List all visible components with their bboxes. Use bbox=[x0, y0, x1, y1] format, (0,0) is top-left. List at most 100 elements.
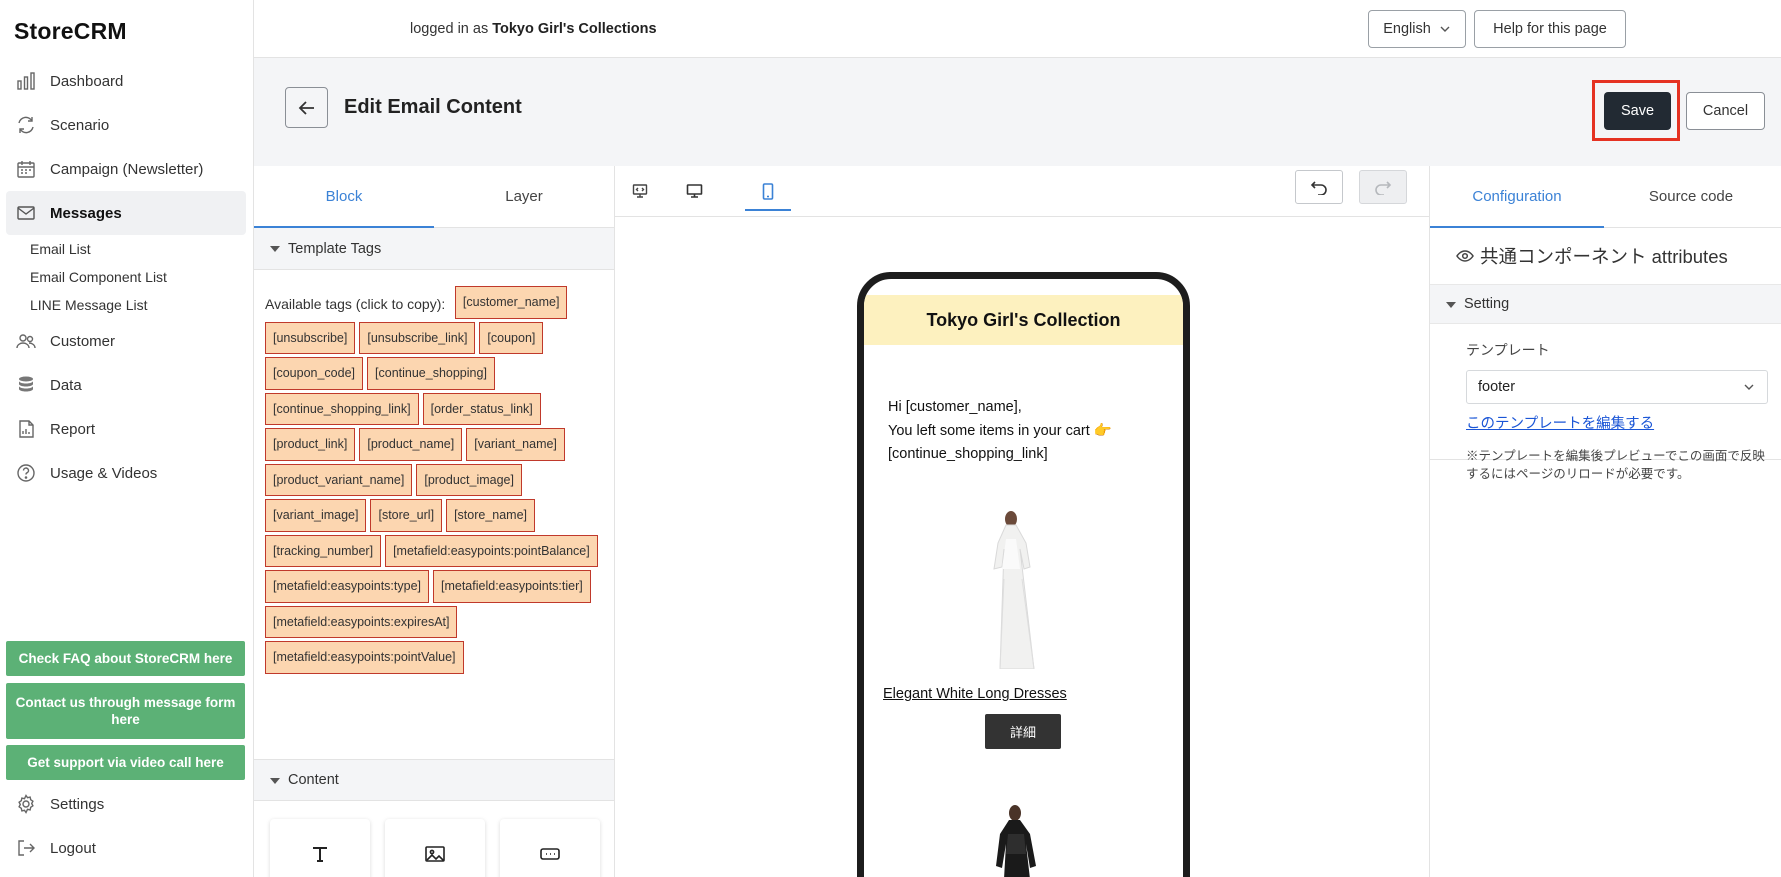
phone-preview: Tokyo Girl's Collection Hi [customer_nam… bbox=[857, 272, 1190, 877]
desktop-view-button[interactable] bbox=[679, 176, 709, 206]
cancel-button[interactable]: Cancel bbox=[1686, 92, 1765, 130]
template-tag[interactable]: [metafield:easypoints:pointValue] bbox=[265, 641, 464, 674]
template-select-value: footer bbox=[1478, 379, 1516, 395]
refresh-icon bbox=[18, 116, 34, 134]
template-select[interactable]: footer bbox=[1466, 370, 1768, 404]
sidebar-item-usage-videos[interactable]: Usage & Videos bbox=[0, 451, 254, 495]
tab-source-code[interactable]: Source code bbox=[1604, 166, 1778, 227]
template-tag[interactable]: [product_name] bbox=[359, 428, 463, 461]
template-tag[interactable]: [order_status_link] bbox=[422, 392, 541, 425]
sidebar-item-settings[interactable]: Settings bbox=[0, 782, 254, 826]
help-button[interactable]: Help for this page bbox=[1474, 10, 1626, 48]
image-icon bbox=[425, 846, 445, 862]
sidebar-item-campaign[interactable]: Campaign (Newsletter) bbox=[0, 147, 254, 191]
tab-configuration[interactable]: Configuration bbox=[1430, 166, 1604, 228]
sidebar-item-scenario[interactable]: Scenario bbox=[0, 103, 254, 147]
sidebar-item-label: Report bbox=[50, 420, 96, 438]
setting-section[interactable]: Setting bbox=[1430, 284, 1781, 324]
code-view-icon bbox=[632, 184, 648, 198]
email-greeting: Hi [customer_name], bbox=[888, 399, 1022, 415]
black-dress-image[interactable] bbox=[982, 804, 1052, 877]
topbar: logged in as Tokyo Girl's Collections En… bbox=[254, 0, 1781, 58]
redo-button[interactable] bbox=[1359, 170, 1407, 204]
caret-down-icon bbox=[270, 246, 280, 252]
sidebar-item-label: Customer bbox=[50, 332, 116, 350]
sidebar-item-data[interactable]: Data bbox=[0, 363, 254, 407]
section-title: Content bbox=[288, 772, 339, 788]
template-tag[interactable]: [coupon] bbox=[479, 321, 544, 354]
mobile-view-button[interactable] bbox=[753, 176, 783, 206]
sidebar-subitem-email-list[interactable]: Email List bbox=[0, 235, 254, 263]
eye-icon bbox=[1456, 250, 1474, 262]
tab-layer[interactable]: Layer bbox=[434, 166, 614, 227]
sidebar-subitem-email-component-list[interactable]: Email Component List bbox=[0, 263, 254, 291]
button-block[interactable] bbox=[500, 819, 600, 877]
content-section[interactable]: Content bbox=[254, 759, 614, 801]
template-tag[interactable]: [metafield:easypoints:expiresAt] bbox=[265, 605, 458, 638]
template-tag[interactable]: [product_link] bbox=[265, 428, 356, 461]
canvas-toolbar bbox=[615, 166, 1429, 217]
database-icon bbox=[19, 376, 33, 392]
template-tag[interactable]: [product_variant_name] bbox=[265, 463, 413, 496]
language-select[interactable]: English bbox=[1368, 10, 1466, 48]
desktop-icon bbox=[686, 184, 702, 198]
template-tag[interactable]: [store_url] bbox=[370, 499, 443, 532]
right-tabs: Configuration Source code bbox=[1430, 166, 1781, 228]
sidebar-item-customer[interactable]: Customer bbox=[0, 319, 254, 363]
text-block[interactable] bbox=[270, 819, 370, 877]
save-button[interactable]: Save bbox=[1604, 92, 1671, 130]
template-tag[interactable]: [metafield:easypoints:pointBalance] bbox=[385, 534, 598, 567]
template-label: テンプレート bbox=[1466, 342, 1550, 358]
email-header[interactable]: Tokyo Girl's Collection bbox=[864, 295, 1183, 345]
app-logo[interactable]: StoreCRM bbox=[14, 18, 127, 45]
template-tag[interactable]: [continue_shopping_link] bbox=[265, 392, 419, 425]
image-block[interactable] bbox=[385, 819, 485, 877]
email-body-text[interactable]: Hi [customer_name], You left some items … bbox=[888, 396, 1112, 467]
template-note: ※テンプレートを編集後プレビューでこの画面で反映するにはページのリロードが必要で… bbox=[1466, 449, 1765, 481]
template-tag[interactable]: [unsubscribe_link] bbox=[359, 321, 476, 354]
sidebar-item-label: Campaign (Newsletter) bbox=[50, 160, 204, 178]
sidebar-item-dashboard[interactable]: Dashboard bbox=[0, 59, 254, 103]
faq-button[interactable]: Check FAQ about StoreCRM here bbox=[6, 641, 245, 676]
mail-icon bbox=[17, 206, 35, 220]
template-tag[interactable]: [store_name] bbox=[446, 499, 536, 532]
sidebar-subitem-line-message-list[interactable]: LINE Message List bbox=[0, 291, 254, 319]
active-device-indicator bbox=[745, 209, 791, 211]
logged-in-info: logged in as Tokyo Girl's Collections bbox=[410, 21, 657, 37]
template-tag[interactable]: [customer_name] bbox=[454, 286, 568, 319]
edit-template-link[interactable]: このテンプレートを編集する bbox=[1466, 412, 1654, 433]
video-call-button[interactable]: Get support via video call here bbox=[6, 745, 245, 780]
template-tags-section[interactable]: Template Tags bbox=[254, 228, 614, 270]
template-tag[interactable]: [product_image] bbox=[416, 463, 522, 496]
report-icon bbox=[19, 420, 34, 438]
content-blocks bbox=[270, 819, 600, 877]
sidebar: StoreCRM Dashboard Scenario Campaign (Ne… bbox=[0, 0, 254, 877]
store-name: Tokyo Girl's Collections bbox=[492, 21, 657, 37]
template-tag[interactable]: [coupon_code] bbox=[265, 357, 364, 390]
template-tag[interactable]: [variant_name] bbox=[466, 428, 565, 461]
contact-form-button[interactable]: Contact us through message form here bbox=[6, 683, 245, 739]
template-tag[interactable]: [tracking_number] bbox=[265, 534, 382, 567]
template-tag[interactable]: [continue_shopping] bbox=[367, 357, 495, 390]
white-dress-image[interactable] bbox=[976, 509, 1046, 669]
sidebar-item-messages[interactable]: Messages bbox=[6, 191, 246, 235]
code-view-button[interactable] bbox=[625, 176, 655, 206]
tags-list: Available tags (click to copy): [custome… bbox=[254, 270, 614, 687]
sidebar-item-label: Data bbox=[50, 376, 82, 394]
template-tag[interactable]: [metafield:easypoints:tier] bbox=[433, 570, 591, 603]
detail-button[interactable]: 詳細 bbox=[985, 714, 1061, 749]
gear-icon bbox=[18, 794, 34, 814]
template-tag[interactable]: [variant_image] bbox=[265, 499, 367, 532]
back-button[interactable] bbox=[285, 87, 328, 128]
sidebar-item-report[interactable]: Report bbox=[0, 407, 254, 451]
tags-label: Available tags (click to copy): bbox=[265, 295, 446, 312]
sidebar-item-logout[interactable]: Logout bbox=[0, 826, 254, 870]
template-tag[interactable]: [unsubscribe] bbox=[265, 321, 356, 354]
arrow-left-icon bbox=[298, 100, 314, 115]
undo-button[interactable] bbox=[1295, 170, 1343, 204]
component-title-text: 共通コンポーネント attributes bbox=[1480, 246, 1728, 267]
product-link[interactable]: Elegant White Long Dresses bbox=[883, 686, 1067, 702]
button-icon bbox=[540, 848, 560, 860]
template-tag[interactable]: [metafield:easypoints:type] bbox=[265, 570, 429, 603]
tab-block[interactable]: Block bbox=[254, 166, 434, 228]
